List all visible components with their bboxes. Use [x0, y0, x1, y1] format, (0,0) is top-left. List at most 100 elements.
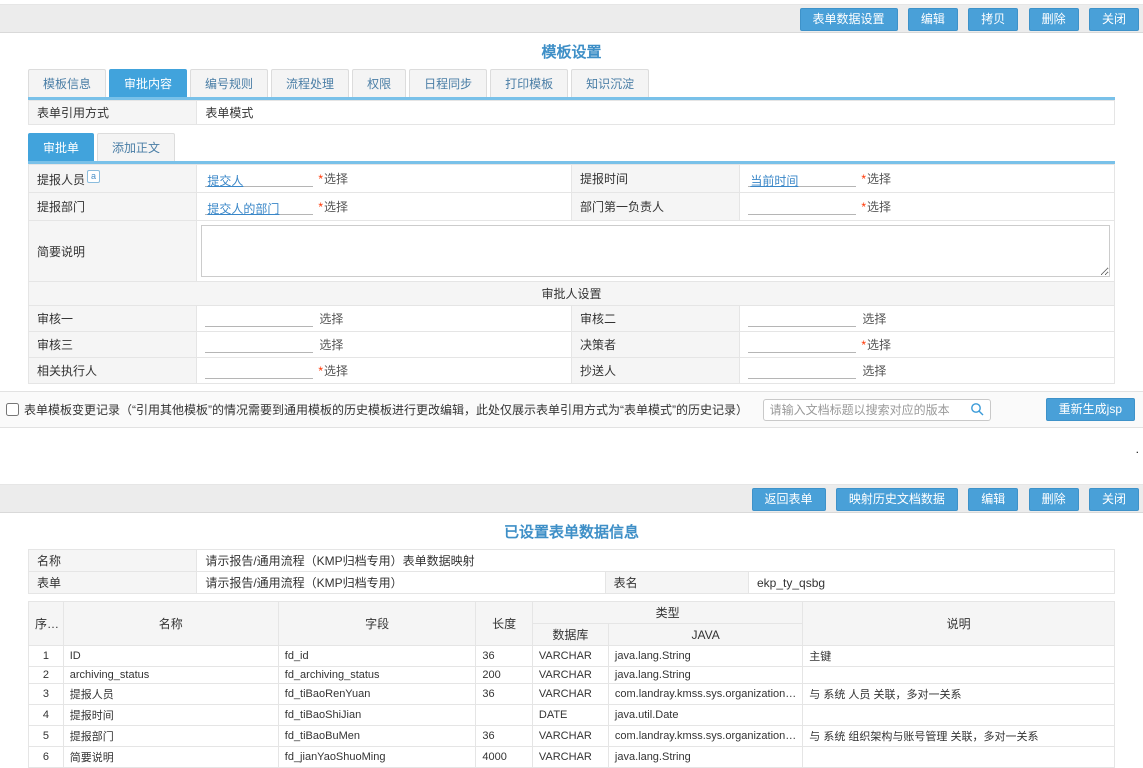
cell-field: fd_archiving_status	[278, 667, 476, 684]
tab-add-body[interactable]: 添加正文	[97, 133, 175, 161]
history-checkbox[interactable]	[6, 403, 19, 416]
select-link[interactable]: 选择	[867, 338, 891, 352]
version-search-input[interactable]	[764, 403, 964, 417]
template-settings-panel: 表单数据设置 编辑 拷贝 删除 关闭 模板设置 模板信息 审批内容 编号规则 流…	[0, 0, 1143, 428]
required-mark: *	[318, 364, 323, 378]
cell-java: java.lang.String	[608, 667, 802, 684]
table-row: 2 archiving_status fd_archiving_status 2…	[29, 667, 1115, 684]
submit-time-cell: 当前时间 *选择	[740, 165, 1115, 193]
cell-java: java.util.Date	[608, 705, 802, 726]
submitter-link[interactable]: 提交人	[207, 174, 243, 188]
tab-process-handling[interactable]: 流程处理	[271, 69, 349, 97]
tab-approval-content[interactable]: 审批内容	[109, 69, 187, 97]
close-button[interactable]: 关闭	[1089, 8, 1139, 31]
tab-permission[interactable]: 权限	[352, 69, 406, 97]
col-header-type: 类型	[532, 602, 802, 624]
template-history-bar: 表单模板变更记录（“引用其他模板”的情况需要到通用模板的历史模板进行更改编辑，此…	[0, 391, 1143, 428]
current-time-link[interactable]: 当前时间	[750, 174, 798, 188]
col-header-name: 名称	[63, 602, 278, 646]
form-reference-label: 表单引用方式	[29, 101, 197, 125]
summary-textarea[interactable]	[201, 225, 1110, 277]
submitter-dept-link[interactable]: 提交人的部门	[207, 202, 279, 216]
cell-no: 5	[29, 726, 64, 747]
cell-field: fd_tiBaoRenYuan	[278, 684, 476, 705]
submitter-field[interactable]: 提交人	[205, 172, 313, 187]
dept-head-cell: *选择	[740, 193, 1115, 221]
delete-button[interactable]: 删除	[1029, 488, 1079, 511]
cell-db: VARCHAR	[532, 747, 608, 768]
cell-name: 简要说明	[63, 747, 278, 768]
select-link[interactable]: 选择	[319, 338, 343, 352]
approver-section-title: 审批人设置	[29, 282, 1115, 306]
reviewer-two-label: 审核二	[571, 306, 739, 332]
required-mark: *	[318, 200, 323, 214]
form-data-settings-button[interactable]: 表单数据设置	[800, 8, 898, 31]
tab-schedule-sync[interactable]: 日程同步	[409, 69, 487, 97]
cell-no: 2	[29, 667, 64, 684]
mapping-name-label: 名称	[29, 550, 197, 572]
tab-knowledge[interactable]: 知识沉淀	[571, 69, 649, 97]
select-link[interactable]: 选择	[862, 364, 886, 378]
copy-button[interactable]: 拷贝	[968, 8, 1018, 31]
submit-dept-field[interactable]: 提交人的部门	[205, 200, 313, 215]
edit-button[interactable]: 编辑	[908, 8, 958, 31]
select-link[interactable]: 选择	[324, 364, 348, 378]
reviewer-one-field[interactable]	[205, 312, 313, 327]
col-header-no: 序号	[29, 602, 64, 646]
submit-time-field[interactable]: 当前时间	[748, 172, 856, 187]
cc-person-field[interactable]	[748, 364, 856, 379]
search-icon[interactable]	[964, 402, 990, 417]
select-link[interactable]: 选择	[867, 172, 891, 186]
col-header-length: 长度	[476, 602, 532, 646]
cell-db: VARCHAR	[532, 646, 608, 667]
required-mark: *	[861, 172, 866, 186]
regenerate-jsp-button[interactable]: 重新生成jsp	[1046, 398, 1135, 421]
submit-dept-label: 提报部门	[29, 193, 197, 221]
edit-button[interactable]: 编辑	[968, 488, 1018, 511]
return-form-button[interactable]: 返回表单	[752, 488, 826, 511]
mapping-form-label: 表单	[29, 572, 197, 594]
select-link[interactable]: 选择	[324, 200, 348, 214]
cell-java: java.lang.String	[608, 747, 802, 768]
cc-person-label: 抄送人	[571, 358, 739, 384]
map-history-data-button[interactable]: 映射历史文档数据	[836, 488, 958, 511]
select-link[interactable]: 选择	[324, 172, 348, 186]
cell-desc	[803, 667, 1115, 684]
related-executor-field[interactable]	[205, 364, 313, 379]
table-row: 相关执行人 *选择 抄送人 选择	[29, 358, 1115, 384]
dept-head-field[interactable]	[748, 200, 856, 215]
cell-length: 200	[476, 667, 532, 684]
table-row: 5 提报部门 fd_tiBaoBuMen 36 VARCHAR com.land…	[29, 726, 1115, 747]
submitter-cell: 提交人 *选择	[197, 165, 572, 193]
summary-label: 简要说明	[29, 221, 197, 282]
reviewer-two-field[interactable]	[748, 312, 856, 327]
table-row: 6 简要说明 fd_jianYaoShuoMing 4000 VARCHAR j…	[29, 747, 1115, 768]
table-row: 名称 请示报告/通用流程（KMP归档专用）表单数据映射	[29, 550, 1115, 572]
close-button[interactable]: 关闭	[1089, 488, 1139, 511]
select-link[interactable]: 选择	[862, 312, 886, 326]
tab-template-info[interactable]: 模板信息	[28, 69, 106, 97]
select-link[interactable]: 选择	[319, 312, 343, 326]
decision-maker-field[interactable]	[748, 338, 856, 353]
table-name-value: ekp_ty_qsbg	[749, 572, 1115, 594]
required-mark: *	[318, 172, 323, 186]
mapping-name-value: 请示报告/通用流程（KMP归档专用）表单数据映射	[197, 550, 1115, 572]
reviewer-three-cell: 选择	[197, 332, 572, 358]
cell-length: 36	[476, 726, 532, 747]
tab-approval-form[interactable]: 审批单	[28, 133, 94, 161]
delete-button[interactable]: 删除	[1029, 8, 1079, 31]
select-link[interactable]: 选择	[867, 200, 891, 214]
cell-length: 36	[476, 684, 532, 705]
field-info-icon[interactable]: a	[87, 170, 100, 183]
reviewer-three-field[interactable]	[205, 338, 313, 353]
tab-numbering-rule[interactable]: 编号规则	[190, 69, 268, 97]
tab-print-template[interactable]: 打印模板	[490, 69, 568, 97]
cell-no: 4	[29, 705, 64, 726]
cell-length: 4000	[476, 747, 532, 768]
top-toolbar: 表单数据设置 编辑 拷贝 删除 关闭	[0, 4, 1143, 33]
submitter-label-text: 提报人员	[37, 173, 85, 187]
cell-length	[476, 705, 532, 726]
reviewer-one-label: 审核一	[29, 306, 197, 332]
cell-db: VARCHAR	[532, 726, 608, 747]
col-header-field: 字段	[278, 602, 476, 646]
